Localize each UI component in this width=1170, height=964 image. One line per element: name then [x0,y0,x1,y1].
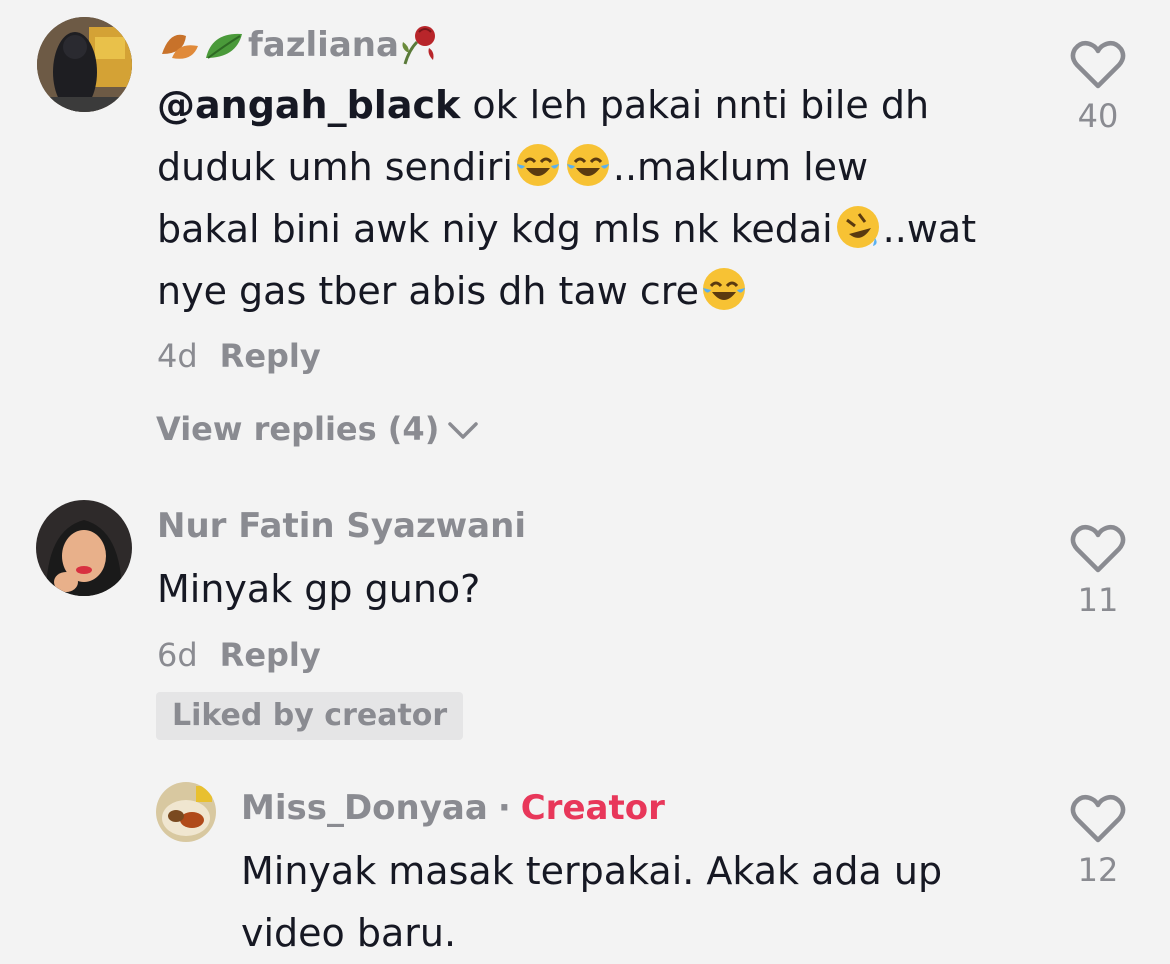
heart-outline-icon [1070,40,1126,89]
comment-item: fazliana @angah_black ok leh pakai nnti … [0,0,1170,460]
leaves-icon [162,33,242,59]
like-button[interactable]: 12 [1058,794,1138,890]
comment-timestamp: 6d [157,636,198,674]
wilted-rose-icon [402,26,435,65]
tears-of-joy-emoji [566,144,609,186]
heart-outline-icon [1070,794,1126,843]
comment-text: Minyak gp guno? [157,567,481,611]
reply-comment-item: Miss_Donyaa · Creator Minyak masak terpaka… [0,770,1170,959]
like-count: 12 [1077,851,1119,889]
reply-button[interactable]: Reply [220,636,321,674]
comment-username[interactable]: Miss_Donyaa · Creator [241,788,665,828]
comment-meta: 4d Reply [157,336,321,376]
like-count: 11 [1077,581,1119,619]
liked-by-creator-badge: Liked by creator [156,692,464,740]
comment-item: Nur Fatin Syazwani Minyak gp guno? 6d Rep… [0,480,1170,750]
avatar[interactable] [37,17,132,112]
avatar[interactable] [156,782,216,842]
comment-text: @angah_black ok leh pakai nnti bile dh d… [157,83,977,313]
tears-of-joy-emoji [516,144,559,186]
creator-label: Creator [520,788,665,828]
comment-username[interactable]: Nur Fatin Syazwani [157,506,526,546]
comment-meta: 6d Reply [157,635,321,675]
comment-username[interactable]: fazliana [158,22,443,66]
mention-link[interactable]: @angah_black [157,83,460,127]
heart-outline-icon [1070,524,1126,573]
comment-text: Minyak masak terpakai. Akak ada up video… [241,849,943,955]
rolling-on-floor-laughing-emoji [836,206,879,248]
comment-timestamp: 4d [157,337,198,375]
reply-button[interactable]: Reply [220,337,321,375]
tears-of-joy-emoji [702,268,745,310]
avatar[interactable] [36,500,132,596]
like-button[interactable]: 11 [1058,524,1138,620]
chevron-down-icon [448,422,479,439]
view-replies-button[interactable]: View replies (4) [156,409,479,449]
like-count: 40 [1077,97,1119,135]
like-button[interactable]: 40 [1058,40,1138,136]
